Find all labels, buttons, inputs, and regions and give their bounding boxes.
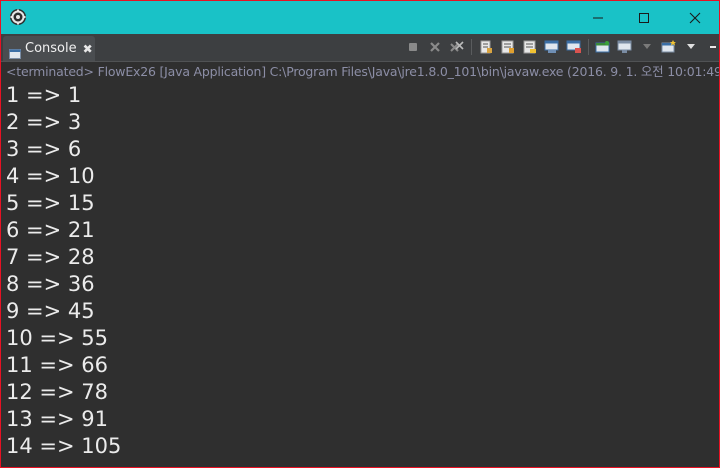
title-bar[interactable]	[1, 1, 719, 34]
console-line: 13 => 91	[6, 407, 108, 431]
scroll-lock-icon[interactable]	[478, 39, 494, 55]
maximize-icon	[638, 12, 650, 24]
console-line: 7 => 28	[6, 245, 95, 269]
console-line: 6 => 21	[6, 218, 95, 242]
pin-console-icon[interactable]	[595, 39, 611, 55]
tab-console-label: Console	[25, 41, 77, 56]
open-console-icon[interactable]	[661, 39, 677, 55]
close-window-button[interactable]	[672, 1, 718, 34]
remove-launch-icon[interactable]	[427, 39, 443, 55]
console-line: 4 => 10	[6, 164, 95, 188]
tab-close-icon[interactable]: ✖	[83, 43, 93, 55]
console-line: 1 => 1	[6, 83, 82, 107]
terminate-icon[interactable]	[405, 39, 421, 55]
eclipse-gear-icon	[9, 8, 27, 26]
console-output[interactable]: 1 => 1 2 => 3 3 => 6 4 => 10 5 => 15 6 =…	[1, 82, 719, 467]
clear-console-icon[interactable]	[522, 39, 538, 55]
minimize-view-icon[interactable]	[705, 39, 719, 55]
console-line: 14 => 105	[6, 434, 122, 458]
console-line: 9 => 45	[6, 299, 95, 323]
chevron-down-icon[interactable]	[683, 39, 699, 55]
remove-all-terminated-icon[interactable]	[449, 39, 465, 55]
minimize-icon	[592, 12, 604, 24]
console-line: 11 => 66	[6, 353, 108, 377]
console-line: 3 => 6	[6, 137, 82, 161]
maximize-button[interactable]	[621, 1, 667, 34]
word-wrap-icon[interactable]	[500, 39, 516, 55]
display-selected-console-icon[interactable]	[617, 39, 633, 55]
close-icon	[689, 12, 701, 24]
console-line: 8 => 36	[6, 272, 95, 296]
tab-console[interactable]: Console ✖	[3, 36, 95, 61]
show-console-on-error-icon[interactable]	[566, 39, 582, 55]
console-line: 10 => 55	[6, 326, 108, 350]
console-line: 2 => 3	[6, 110, 82, 134]
eclipse-console-window: Console ✖ <terminated> FlowEx26 [Java Ap…	[0, 0, 720, 468]
chevron-down-icon[interactable]	[639, 39, 655, 55]
console-icon	[9, 44, 21, 59]
console-line: 12 => 78	[6, 380, 108, 404]
show-console-on-output-icon[interactable]	[544, 39, 560, 55]
console-toolbar	[405, 38, 719, 56]
launch-status: <terminated> FlowEx26 [Java Application]…	[1, 62, 719, 82]
toolbar-separator	[471, 39, 472, 55]
toolbar-separator	[588, 39, 589, 55]
console-line: 5 => 15	[6, 191, 95, 215]
minimize-button[interactable]	[575, 1, 621, 34]
